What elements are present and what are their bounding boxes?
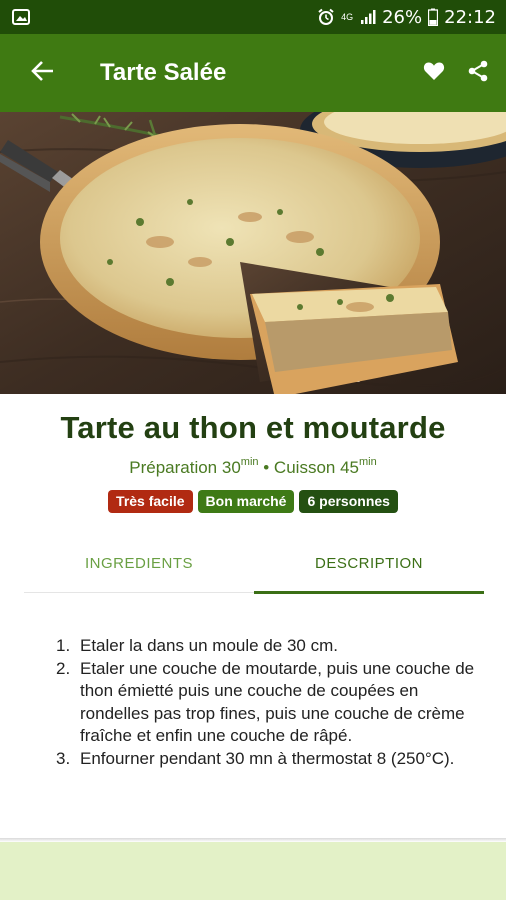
step-number: 2.	[56, 658, 71, 678]
step-text: Etaler une couche de moutarde, puis une …	[80, 658, 475, 746]
list-item: 1. Etaler la dans un moule de 30 cm.	[56, 635, 476, 658]
favorite-button[interactable]	[412, 34, 456, 112]
alarm-icon	[317, 8, 335, 26]
recipe-times: Préparation 30min • Cuisson 45min	[0, 456, 506, 478]
step-number: 1.	[56, 636, 71, 655]
image-icon	[12, 9, 30, 25]
description-steps: 1. Etaler la dans un moule de 30 cm. 2. …	[56, 635, 476, 770]
share-button[interactable]	[456, 34, 500, 112]
tab-indicator	[254, 591, 484, 594]
list-item: 2. Etaler une couche de moutarde, puis u…	[56, 658, 476, 748]
difficulty-badge: Très facile	[108, 490, 193, 513]
tab-ingredients[interactable]: INGREDIENTS	[24, 533, 254, 593]
recipe-photo	[0, 112, 506, 394]
signal-icon	[360, 9, 376, 25]
heart-icon	[423, 61, 445, 86]
back-button[interactable]	[0, 34, 88, 112]
share-icon	[467, 60, 489, 87]
app-bar: Tarte Salée	[0, 34, 506, 112]
cook-label: • Cuisson	[258, 458, 341, 477]
prep-label: Préparation	[129, 458, 222, 477]
clock: 22:12	[444, 6, 496, 28]
tab-ingredients-label: INGREDIENTS	[84, 554, 193, 572]
battery-percent: 26%	[382, 6, 423, 28]
servings-badge: 6 personnes	[299, 490, 398, 513]
recipe-title: Tarte au thon et moutarde	[60, 410, 446, 445]
list-item: 3. Enfourner pendant 30 mn à thermostat …	[56, 748, 476, 771]
battery-icon	[428, 8, 439, 26]
network-type: 4G	[341, 11, 354, 22]
tab-description-label: DESCRIPTION	[314, 554, 423, 572]
step-text: Etaler la dans un moule de 30 cm.	[80, 636, 338, 655]
prep-value: 30	[221, 458, 241, 477]
step-text: Enfourner pendant 30 mn à thermostat 8 (…	[80, 748, 455, 768]
arrow-back-icon	[31, 60, 55, 87]
tab-bar: INGREDIENTS DESCRIPTION	[24, 533, 484, 594]
tab-description[interactable]: DESCRIPTION	[254, 533, 484, 594]
prep-unit: min	[240, 456, 259, 468]
app-title: Tarte Salée	[100, 59, 227, 86]
status-bar: 4G 26% 22:12	[0, 0, 506, 34]
badge-row: Très facile Bon marché 6 personnes	[0, 490, 506, 513]
bottom-banner	[0, 842, 506, 900]
cook-value: 45	[340, 458, 359, 477]
cost-badge: Bon marché	[197, 490, 295, 513]
step-number: 3.	[56, 748, 71, 768]
cook-unit: min	[359, 456, 377, 468]
